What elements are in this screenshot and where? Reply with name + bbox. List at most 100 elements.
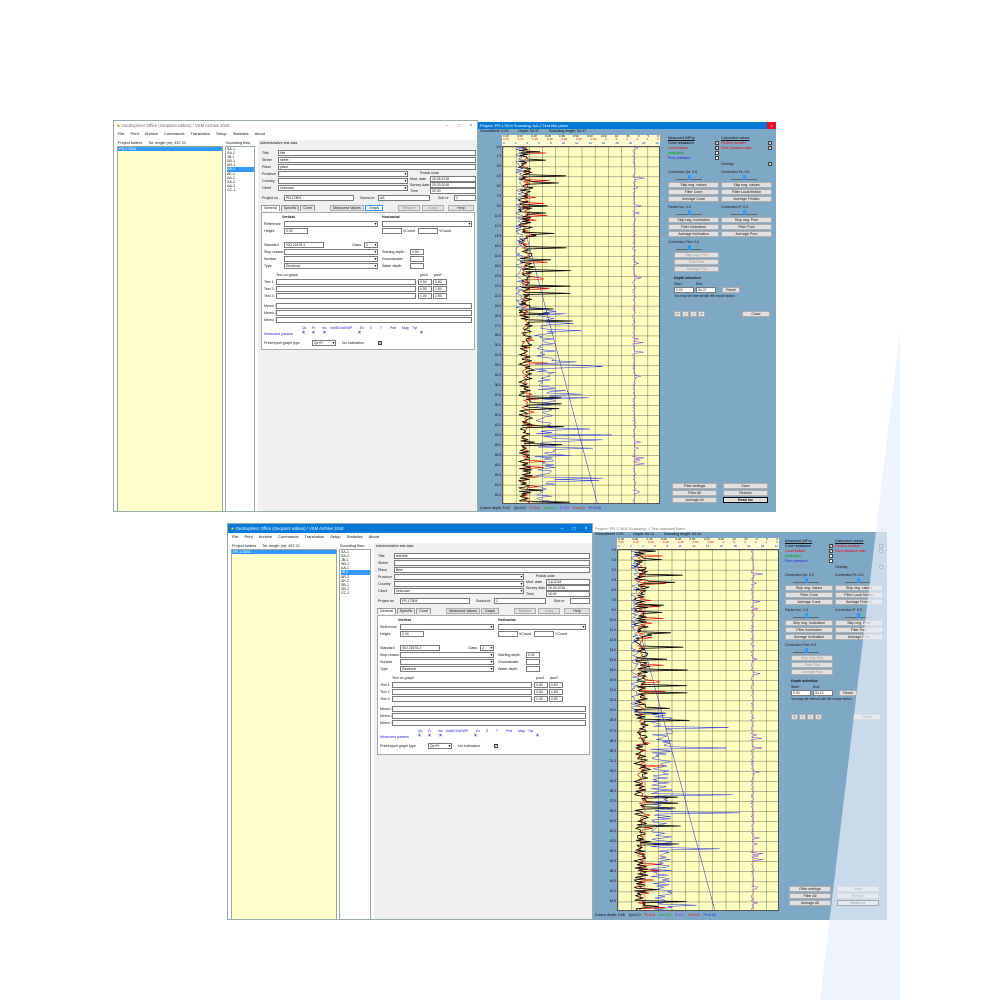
skip-neg-pore-button[interactable]: Skip neg. Pore xyxy=(835,620,883,626)
menu-statistics[interactable]: Statistics xyxy=(347,534,363,539)
depth-nav-last-icon[interactable]: » xyxy=(698,311,705,317)
text3-posy[interactable]: 2.80 xyxy=(549,696,563,702)
correction-slider[interactable] xyxy=(731,175,757,180)
sound-no-input[interactable]: AA xyxy=(378,195,430,201)
menu-commands[interactable]: Commands xyxy=(278,534,298,539)
slider-thumb[interactable] xyxy=(856,613,860,618)
starting-depth-input[interactable]: 0.00 xyxy=(526,652,540,658)
tab-cone[interactable]: Cone xyxy=(416,608,431,614)
tab-specific[interactable]: Specific xyxy=(280,205,300,211)
option-checkbox[interactable] xyxy=(768,161,772,166)
street-input[interactable] xyxy=(394,560,590,566)
project-folder-list[interactable]: PR-17804 xyxy=(231,549,337,919)
slider-thumb[interactable] xyxy=(856,578,860,583)
memo3-input[interactable] xyxy=(276,317,472,323)
text2-posx[interactable]: 0.50 xyxy=(418,286,432,292)
depth-start-input[interactable]: 0.00 xyxy=(674,287,694,293)
measured-values-button[interactable]: Measured Values xyxy=(330,205,364,211)
slider-thumb[interactable] xyxy=(742,210,746,215)
tab-general[interactable]: General xyxy=(377,608,396,614)
option-checkbox[interactable] xyxy=(715,145,719,150)
client-select[interactable]: Unknown xyxy=(278,185,408,191)
filter-pore-button[interactable]: Filter Pore xyxy=(721,224,772,230)
surface-select[interactable] xyxy=(400,659,494,665)
sub-nr-input[interactable] xyxy=(570,598,590,604)
depth-end-input[interactable]: 54.37 xyxy=(696,287,716,293)
sound-no-input[interactable]: 1 xyxy=(494,598,546,604)
title-input[interactable]: test title xyxy=(394,553,590,559)
restore-button[interactable]: Restore xyxy=(723,490,768,496)
stop-reason-select[interactable] xyxy=(284,249,378,255)
depth-nav-last-icon[interactable]: » xyxy=(815,714,822,720)
average-cone-button[interactable]: Average Cone xyxy=(785,599,833,605)
time-input[interactable]: 09:30 xyxy=(430,188,476,194)
type-select[interactable]: Electrical xyxy=(400,666,494,672)
option-checkbox[interactable] xyxy=(768,145,772,150)
water-depth-input[interactable] xyxy=(410,263,424,269)
surface-select[interactable] xyxy=(284,256,378,262)
no-inclination-checkbox[interactable] xyxy=(378,340,382,345)
average-pore-button[interactable]: Average Pore xyxy=(835,634,883,640)
close-button[interactable]: Close xyxy=(742,311,770,317)
correction-slider[interactable] xyxy=(676,245,702,250)
menu-translation[interactable]: Translation xyxy=(304,534,324,539)
menu-print[interactable]: Print xyxy=(130,131,138,136)
standard-input[interactable]: ISO 22476-1 xyxy=(400,645,440,651)
reference-select[interactable] xyxy=(400,624,494,630)
text2-posx[interactable]: 0.50 xyxy=(534,689,548,695)
skip-neg-values-button[interactable]: Skip neg. values xyxy=(668,182,719,188)
menu-about[interactable]: About xyxy=(255,131,265,136)
slider-thumb[interactable] xyxy=(804,648,808,653)
sounding-file-list[interactable]: SA-1 SA-2 JB-1 SB-1 AR-1 AA-1 AK-1 AA-1 SA-3 AA-2… xyxy=(225,146,255,511)
menu-statistics[interactable]: Statistics xyxy=(233,131,249,136)
average-cone-button[interactable]: Average Cone xyxy=(668,196,719,202)
help-button[interactable]: Help xyxy=(564,608,590,614)
average-pore-button[interactable]: Average Pore xyxy=(721,231,772,237)
read-me-button[interactable]: Read me xyxy=(723,497,768,503)
menu-archive[interactable]: Archive xyxy=(259,534,272,539)
option-checkbox[interactable] xyxy=(829,548,833,553)
text2-posy[interactable]: 1.80 xyxy=(433,286,447,292)
correction-slider[interactable] xyxy=(676,210,702,215)
help-button[interactable]: Help xyxy=(448,205,474,211)
tab-specific[interactable]: Specific xyxy=(396,608,416,614)
xcoord-input[interactable] xyxy=(498,631,518,637)
menu-file[interactable]: File xyxy=(118,131,124,136)
country-select[interactable] xyxy=(394,581,524,587)
measured-values-button[interactable]: Measured Values xyxy=(446,608,480,614)
filter-ftot-button[interactable]: Filter Ftot xyxy=(674,259,719,265)
tab-general[interactable]: General xyxy=(261,205,280,211)
correction-slider[interactable] xyxy=(845,578,871,583)
project-folder-item[interactable]: PR-17804 xyxy=(118,147,222,151)
text1-posx[interactable]: 0.50 xyxy=(418,279,432,285)
skip-neg-ftot-button[interactable]: Skip neg. Ftot xyxy=(791,655,833,661)
skip-neg-values-fs-button[interactable]: Skip neg. values xyxy=(835,585,883,591)
groundwater-input[interactable] xyxy=(526,659,540,665)
depth-nav-first-icon[interactable]: « xyxy=(791,714,798,720)
memo1-input[interactable] xyxy=(276,303,472,309)
skip-neg-inclination-button[interactable]: Skip neg. Inclination xyxy=(785,620,833,626)
slider-thumb[interactable] xyxy=(742,175,746,180)
depth-nav-next-icon[interactable]: › xyxy=(690,311,697,317)
depth-start-input[interactable]: 0.00 xyxy=(791,690,811,696)
correction-slider[interactable] xyxy=(793,613,819,618)
sounding-file-item[interactable]: CC-1 xyxy=(227,188,254,192)
height-input[interactable]: 0.00 xyxy=(284,228,308,234)
tab-cone[interactable]: Cone xyxy=(300,205,315,211)
filter-settings-button[interactable]: Filter settings xyxy=(789,886,831,892)
plot-area-bottom[interactable] xyxy=(617,549,779,911)
option-checkbox[interactable] xyxy=(715,156,719,160)
plot-area-top[interactable] xyxy=(502,146,660,504)
average-all-button[interactable]: Average All xyxy=(789,900,831,906)
slider-thumb[interactable] xyxy=(804,578,808,583)
close-button[interactable]: Close xyxy=(853,714,881,720)
skip-neg-inclination-button[interactable]: Skip neg. Inclination xyxy=(668,217,719,223)
project-folder-item[interactable]: PR-17804 xyxy=(232,550,336,554)
memo1-input[interactable] xyxy=(392,706,586,712)
filter-settings-button[interactable]: Filter settings xyxy=(672,483,717,489)
survey-date-input[interactable]: 29.03.2018 xyxy=(430,182,476,188)
skip-neg-ftot-button[interactable]: Skip neg. Ftot xyxy=(674,252,719,258)
menu-about[interactable]: About xyxy=(369,534,379,539)
average-all-button[interactable]: Average All xyxy=(672,497,717,503)
option-checkbox[interactable] xyxy=(879,548,883,553)
